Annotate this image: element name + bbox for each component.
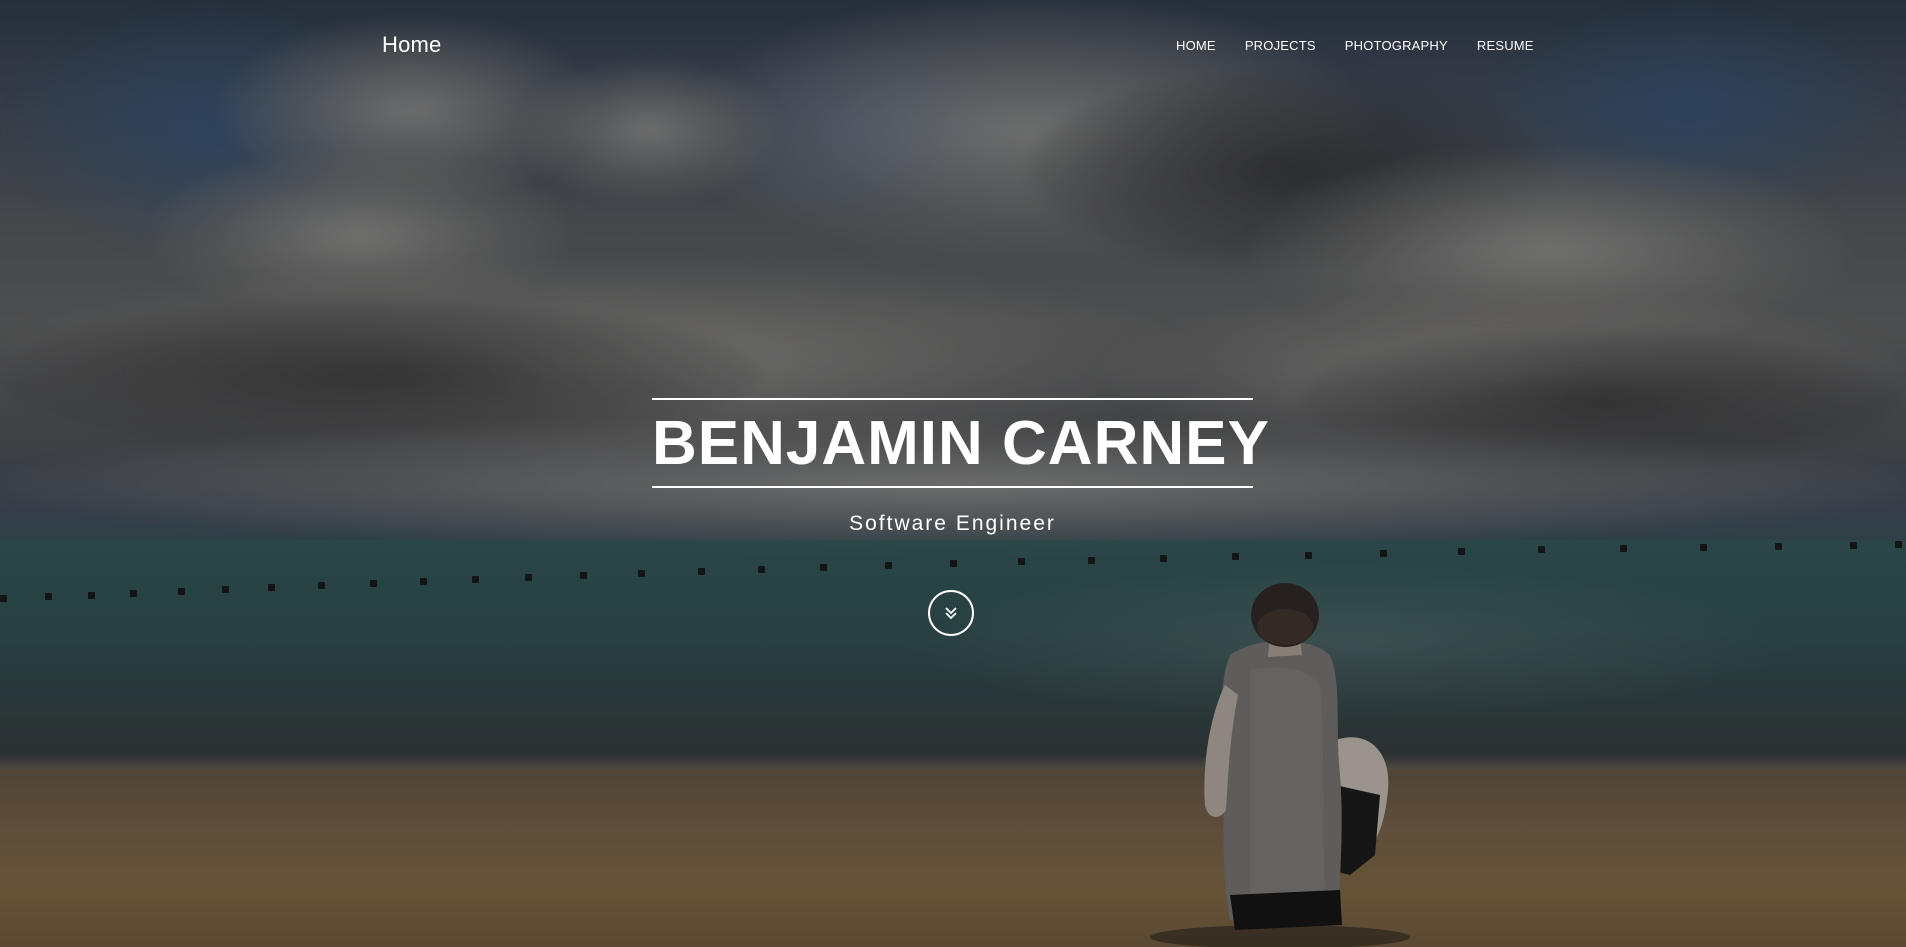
buoy (1850, 542, 1857, 549)
buoy (318, 582, 325, 589)
buoy (638, 570, 645, 577)
buoy (1538, 546, 1545, 553)
scroll-down-button[interactable] (928, 590, 974, 636)
person-sitting-image (1150, 583, 1410, 947)
nav-item-resume[interactable]: RESUME (1477, 38, 1534, 53)
hero-subtitle: Software Engineer (849, 512, 1056, 535)
buoy (950, 560, 957, 567)
buoy (1018, 558, 1025, 565)
title-top-rule (652, 398, 1253, 400)
buoy (1620, 545, 1627, 552)
buoy (1895, 541, 1902, 548)
hero-title-block: BENJAMIN CARNEY (652, 398, 1270, 488)
buoy (1305, 552, 1312, 559)
buoy (130, 590, 137, 597)
title-bottom-rule (652, 486, 1253, 488)
buoy (88, 592, 95, 599)
buoy (370, 580, 377, 587)
buoy (698, 568, 705, 575)
top-navigation: Home HOME PROJECTS PHOTOGRAPHY RESUME (0, 0, 1906, 92)
buoy (1380, 550, 1387, 557)
nav-item-home[interactable]: HOME (1176, 38, 1216, 53)
nav-item-photography[interactable]: PHOTOGRAPHY (1345, 38, 1448, 53)
buoy (525, 574, 532, 581)
buoy (1775, 543, 1782, 550)
buoy (1160, 555, 1167, 562)
buoy (268, 584, 275, 591)
buoy (420, 578, 427, 585)
beach-sand (0, 770, 1906, 947)
nav-menu: HOME PROJECTS PHOTOGRAPHY RESUME (1176, 38, 1563, 53)
buoy (1700, 544, 1707, 551)
buoy (472, 576, 479, 583)
hero-section: Home HOME PROJECTS PHOTOGRAPHY RESUME BE… (0, 0, 1906, 947)
buoy (222, 586, 229, 593)
buoy (45, 593, 52, 600)
brand-home-link[interactable]: Home (382, 32, 442, 58)
buoy (820, 564, 827, 571)
buoy (178, 588, 185, 595)
buoy (1232, 553, 1239, 560)
buoy (885, 562, 892, 569)
buoy (758, 566, 765, 573)
nav-item-projects[interactable]: PROJECTS (1245, 38, 1316, 53)
buoy (580, 572, 587, 579)
buoy (1088, 557, 1095, 564)
buoy (0, 595, 7, 602)
chevron-double-down-icon (945, 607, 957, 620)
hero-name: BENJAMIN CARNEY (652, 409, 1270, 478)
buoy (1458, 548, 1465, 555)
